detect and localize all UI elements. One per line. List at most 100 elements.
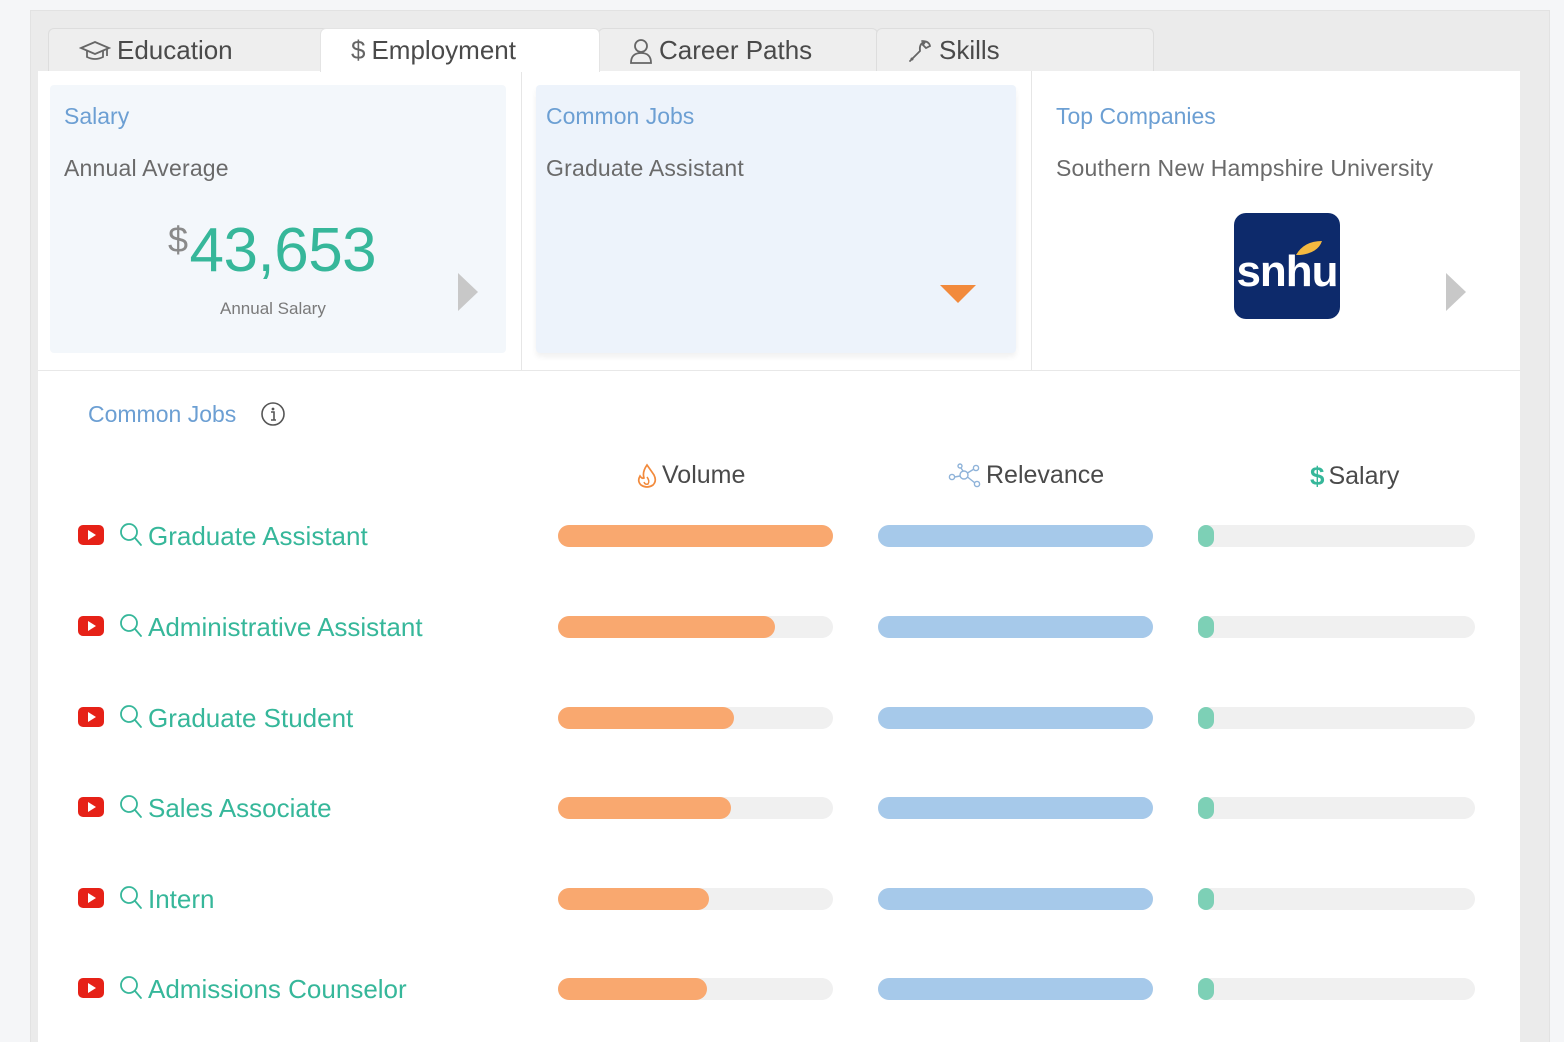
section-divider bbox=[38, 370, 1520, 371]
job-row: Admissions Counselor bbox=[38, 966, 1520, 1016]
volume-bar-fill bbox=[558, 978, 707, 1000]
youtube-icon[interactable] bbox=[78, 978, 104, 1003]
youtube-icon[interactable] bbox=[78, 797, 104, 822]
salary-bar-fill bbox=[1198, 525, 1214, 547]
relevance-bar bbox=[878, 797, 1153, 819]
graduation-cap-icon bbox=[79, 40, 111, 62]
relevance-column-label: Relevance bbox=[986, 461, 1105, 489]
youtube-icon[interactable] bbox=[78, 707, 104, 732]
volume-bar bbox=[558, 525, 833, 547]
salary-bar-fill bbox=[1198, 978, 1214, 1000]
salary-card-title: Salary bbox=[64, 103, 130, 129]
job-row: Graduate Assistant bbox=[38, 513, 1520, 563]
tab-career-paths-label: Career Paths bbox=[659, 35, 813, 65]
top-companies-card[interactable]: Top Companies Southern New Hampshire Uni… bbox=[1044, 85, 1514, 353]
relevance-bar-fill bbox=[878, 707, 1153, 729]
job-title-link[interactable]: Administrative Assistant bbox=[148, 612, 423, 643]
volume-bar bbox=[558, 978, 833, 1000]
job-row: Sales Associate bbox=[38, 785, 1520, 835]
common-jobs-section-title: Common Jobs bbox=[88, 401, 237, 427]
tab-skills[interactable]: Skills bbox=[876, 28, 1154, 72]
common-jobs-card-subtitle: Graduate Assistant bbox=[546, 155, 744, 181]
search-icon[interactable] bbox=[118, 521, 144, 554]
tab-career-paths[interactable]: Career Paths bbox=[598, 28, 878, 72]
volume-bar-fill bbox=[558, 797, 732, 819]
volume-bar bbox=[558, 707, 833, 729]
relevance-column-header: Relevance bbox=[948, 461, 1104, 490]
salary-bar-fill bbox=[1198, 888, 1214, 910]
volume-bar bbox=[558, 616, 833, 638]
volume-bar-fill bbox=[558, 888, 710, 910]
salary-next-arrow-icon[interactable] bbox=[458, 273, 478, 311]
search-icon[interactable] bbox=[118, 793, 144, 826]
volume-column-label: Volume bbox=[662, 461, 746, 489]
common-jobs-card-title: Common Jobs bbox=[546, 103, 695, 129]
info-icon[interactable] bbox=[260, 401, 286, 432]
tab-education[interactable]: Education bbox=[48, 28, 338, 72]
volume-bar-fill bbox=[558, 616, 776, 638]
card-divider bbox=[1031, 71, 1032, 371]
flame-icon bbox=[636, 463, 658, 489]
tab-education-label: Education bbox=[117, 35, 233, 65]
wrench-icon bbox=[907, 38, 933, 64]
job-title-link[interactable]: Sales Associate bbox=[148, 793, 332, 824]
card-divider bbox=[521, 71, 522, 371]
snhu-logo: snhu bbox=[1234, 213, 1340, 319]
person-icon bbox=[629, 38, 653, 64]
search-icon[interactable] bbox=[118, 884, 144, 917]
search-icon[interactable] bbox=[118, 974, 144, 1007]
companies-next-arrow-icon[interactable] bbox=[1446, 273, 1466, 311]
relevance-bar bbox=[878, 525, 1153, 547]
tab-employment[interactable]: $ Employment bbox=[320, 28, 600, 72]
salary-bar bbox=[1198, 616, 1475, 638]
relevance-bar bbox=[878, 616, 1153, 638]
salary-bar bbox=[1198, 525, 1475, 547]
salary-caption: Annual Salary bbox=[220, 299, 326, 318]
tab-employment-label: Employment bbox=[371, 35, 516, 65]
job-title-link[interactable]: Graduate Student bbox=[148, 703, 353, 734]
salary-column-label: Salary bbox=[1328, 462, 1400, 490]
salary-bar bbox=[1198, 978, 1475, 1000]
search-icon[interactable] bbox=[118, 612, 144, 645]
relevance-bar bbox=[878, 978, 1153, 1000]
currency-symbol: $ bbox=[168, 219, 188, 260]
job-row: Graduate Student bbox=[38, 695, 1520, 745]
network-icon bbox=[948, 462, 982, 489]
job-title-link[interactable]: Intern bbox=[148, 884, 215, 915]
common-jobs-card[interactable]: Common Jobs Graduate Assistant bbox=[536, 85, 1016, 353]
annual-salary-value: $ 43,653 bbox=[168, 215, 377, 286]
tab-skills-label: Skills bbox=[939, 35, 1000, 65]
employment-panel: Salary Annual Average $ 43,653 Annual Sa… bbox=[38, 71, 1520, 1042]
salary-bar-fill bbox=[1198, 707, 1214, 729]
dollar-icon: $ bbox=[1310, 461, 1325, 491]
top-companies-card-subtitle: Southern New Hampshire University bbox=[1056, 155, 1434, 181]
leaf-icon bbox=[1296, 241, 1322, 255]
volume-bar-fill bbox=[558, 525, 833, 547]
salary-amount: 43,653 bbox=[189, 216, 377, 285]
relevance-bar bbox=[878, 707, 1153, 729]
youtube-icon[interactable] bbox=[78, 888, 104, 913]
salary-card[interactable]: Salary Annual Average $ 43,653 Annual Sa… bbox=[50, 85, 506, 353]
youtube-icon[interactable] bbox=[78, 525, 104, 550]
salary-column-header: $ Salary bbox=[1310, 461, 1399, 492]
top-companies-card-title: Top Companies bbox=[1056, 103, 1216, 129]
salary-bar-fill bbox=[1198, 797, 1214, 819]
relevance-bar-fill bbox=[878, 616, 1153, 638]
salary-card-subtitle: Annual Average bbox=[64, 155, 229, 181]
relevance-bar bbox=[878, 888, 1153, 910]
job-title-link[interactable]: Graduate Assistant bbox=[148, 521, 368, 552]
job-title-link[interactable]: Admissions Counselor bbox=[148, 974, 407, 1005]
relevance-bar-fill bbox=[878, 978, 1153, 1000]
dollar-icon: $ bbox=[351, 35, 366, 65]
volume-bar bbox=[558, 797, 833, 819]
expand-arrow-icon[interactable] bbox=[940, 285, 976, 303]
search-icon[interactable] bbox=[118, 703, 144, 736]
job-row: Intern bbox=[38, 876, 1520, 926]
youtube-icon[interactable] bbox=[78, 616, 104, 641]
relevance-bar-fill bbox=[878, 525, 1153, 547]
salary-bar bbox=[1198, 797, 1475, 819]
volume-bar bbox=[558, 888, 833, 910]
relevance-bar-fill bbox=[878, 888, 1153, 910]
job-row: Administrative Assistant bbox=[38, 604, 1520, 654]
salary-bar bbox=[1198, 707, 1475, 729]
